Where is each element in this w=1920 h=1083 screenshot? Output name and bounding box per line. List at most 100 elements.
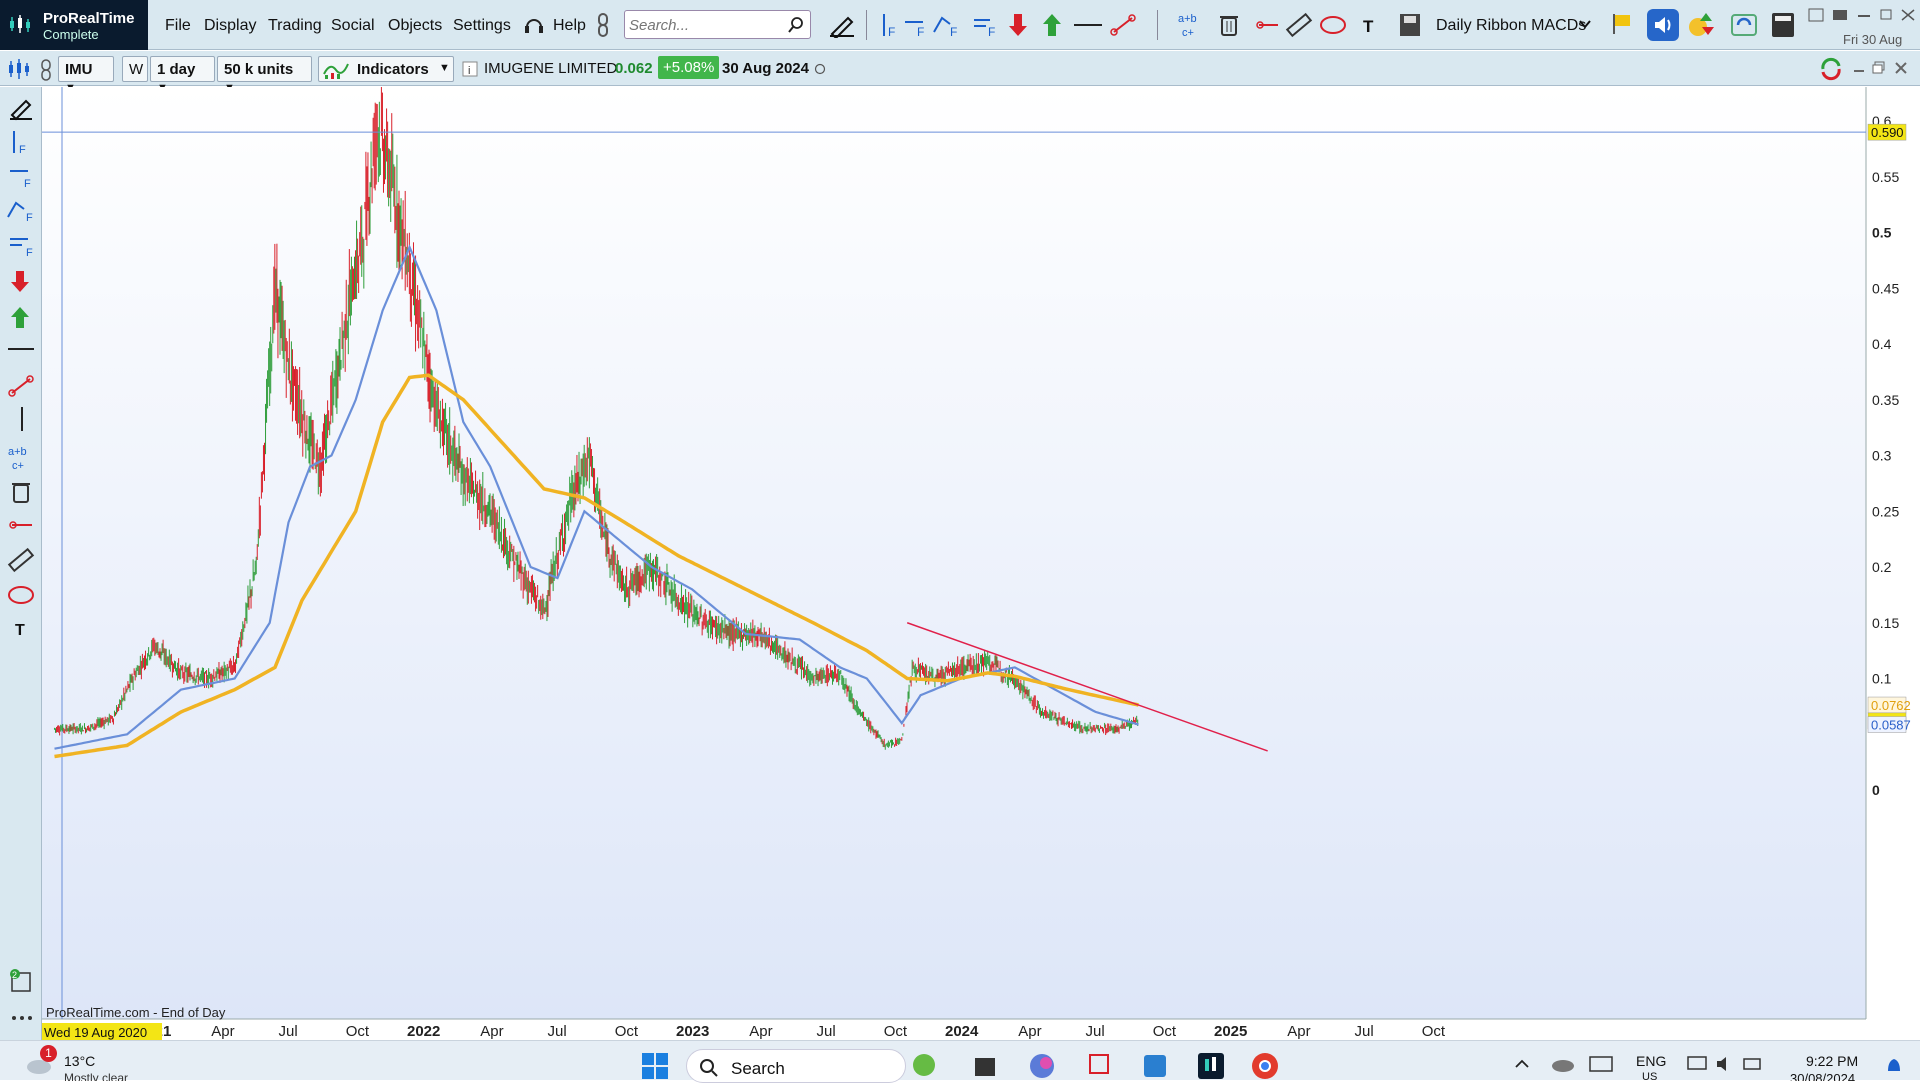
volume-muted-icon[interactable] [1714,1053,1736,1075]
vertical-line-f-icon[interactable]: F [8,129,34,155]
vertical-line-f-icon[interactable]: F [878,12,900,38]
notifications-bell-icon[interactable] [1884,1055,1904,1077]
search-icon[interactable] [787,16,805,34]
channel-f-icon[interactable]: F [8,231,38,257]
fibonacci-icon[interactable]: F [6,197,38,223]
indicators-icon [323,63,349,79]
x-tick-label: Jul [817,1023,836,1040]
horizontal-line-icon[interactable] [1072,12,1104,38]
sync-icon[interactable] [1818,56,1844,82]
speaker-icon[interactable] [1647,9,1679,41]
period-selector[interactable]: 1 day ▼ [150,56,215,94]
info-icon[interactable]: i [462,61,478,77]
svg-text:a+b: a+b [8,446,27,458]
trash-icon[interactable] [10,479,32,505]
menu-trading[interactable]: Trading [268,17,322,35]
text-formula-icon[interactable]: a+b c+ [6,443,38,473]
y-tick-label: 0.35 [1872,392,1899,408]
more-icon[interactable] [10,1013,34,1023]
weekly-toggle[interactable]: W [122,56,148,82]
language-indicator[interactable]: ENG [1636,1053,1666,1069]
x-tick-label: 2025 [1214,1023,1247,1040]
weather-temp: 13°C [64,1053,96,1069]
horizontal-line-f-icon[interactable]: F [8,163,36,189]
text-icon[interactable]: T [12,617,32,641]
refresh-icon[interactable] [1728,9,1760,41]
pencil-icon[interactable] [828,12,856,38]
keyboard-icon[interactable] [1588,1053,1614,1075]
minimize-icon[interactable] [1856,8,1872,22]
calculator-icon[interactable] [1770,11,1796,39]
chart-svg[interactable]: 0.60.550.50.450.40.350.30.250.20.150.100… [42,77,1920,1040]
menu-file[interactable]: File [165,17,191,35]
trendline-icon[interactable] [1110,12,1136,38]
last-price: 0.062 [615,60,653,77]
layers-icon[interactable]: 2 [8,967,36,997]
ellipse-icon[interactable] [6,581,36,609]
onedrive-icon[interactable] [1550,1053,1576,1075]
windows-start-icon[interactable] [640,1051,670,1081]
trendline-icon[interactable] [8,373,34,397]
network-icon[interactable] [1686,1053,1708,1075]
snipping-tool-icon[interactable] [1086,1051,1116,1081]
battery-icon[interactable] [1742,1053,1764,1075]
copilot-icon[interactable] [1026,1051,1058,1081]
taskbar-search[interactable]: Search [686,1049,906,1083]
menu-social[interactable]: Social [331,17,375,35]
horizontal-line-icon[interactable] [6,339,36,359]
vertical-line-icon[interactable] [12,405,32,433]
price-chart[interactable]: 0.6 0.55 0.5 0.45 0.4 0.35 0.3 0.25 0.2 0.15 0.1 0 0… [42,77,1920,1040]
restore-icon[interactable] [1878,8,1894,22]
chart-type-icon[interactable] [6,57,32,81]
task-view-icon[interactable] [972,1053,1000,1079]
text-icon[interactable]: T [1360,12,1380,38]
link-chain-icon[interactable] [596,12,610,38]
chart-restore-icon[interactable] [1872,61,1886,75]
fibonacci-icon[interactable]: F [932,12,964,38]
chart-close-icon[interactable] [1894,61,1908,75]
layout-name[interactable]: Daily Ribbon MACDs [1436,17,1586,35]
instrument-name: IMUGENE LIMITED [484,60,618,77]
svg-text:F: F [917,25,924,38]
text-formula-icon[interactable]: a+b c+ [1176,10,1206,40]
ruler-icon[interactable] [1284,10,1314,40]
flag-icon[interactable] [1610,12,1632,36]
chrome-icon[interactable] [1250,1051,1280,1081]
search-box[interactable] [624,10,811,39]
link-icon[interactable] [40,59,52,81]
ruler-icon[interactable] [6,545,36,575]
buy-arrow-icon[interactable] [10,305,30,329]
indicators-button[interactable]: Indicators ▼ [318,56,454,82]
menu-objects[interactable]: Objects [388,17,442,35]
units-selector[interactable]: 50 k units ▼ [217,56,312,94]
horizontal-line-f-icon[interactable]: F [903,12,929,38]
trash-icon[interactable] [1218,12,1240,38]
photos-icon[interactable] [1140,1051,1170,1081]
menu-display[interactable]: Display [204,17,256,35]
chart-minimize-icon[interactable] [1852,63,1866,75]
screenshot-icon[interactable] [1832,8,1848,22]
channel-f-icon[interactable]: F [972,12,1000,38]
ray-line-icon[interactable] [1256,12,1280,38]
chevron-up-icon[interactable] [1514,1057,1530,1071]
buy-arrow-icon[interactable] [1042,12,1062,38]
alerts-icon[interactable] [1686,9,1718,41]
window-tile-icon[interactable] [1808,8,1824,22]
ticker-selector[interactable]: IMU ▼ [58,56,114,94]
sell-arrow-icon[interactable] [10,269,30,293]
x-tick-label: Apr [1287,1023,1310,1040]
pencil-icon[interactable] [8,95,34,121]
close-icon[interactable] [1900,8,1916,22]
search-input[interactable] [629,14,779,36]
app-mascot-icon[interactable] [904,1049,944,1081]
ellipse-icon[interactable] [1318,10,1348,40]
menu-help[interactable]: Help [553,17,586,35]
menu-settings[interactable]: Settings [453,17,511,35]
prorealtime-taskbar-icon[interactable] [1196,1051,1226,1081]
chevron-down-icon[interactable] [1578,17,1592,31]
sell-arrow-icon[interactable] [1008,12,1028,38]
headset-icon[interactable] [523,14,545,36]
ray-line-icon[interactable] [8,515,34,535]
save-layout-icon[interactable] [1398,11,1422,39]
svg-text:F: F [24,178,31,189]
